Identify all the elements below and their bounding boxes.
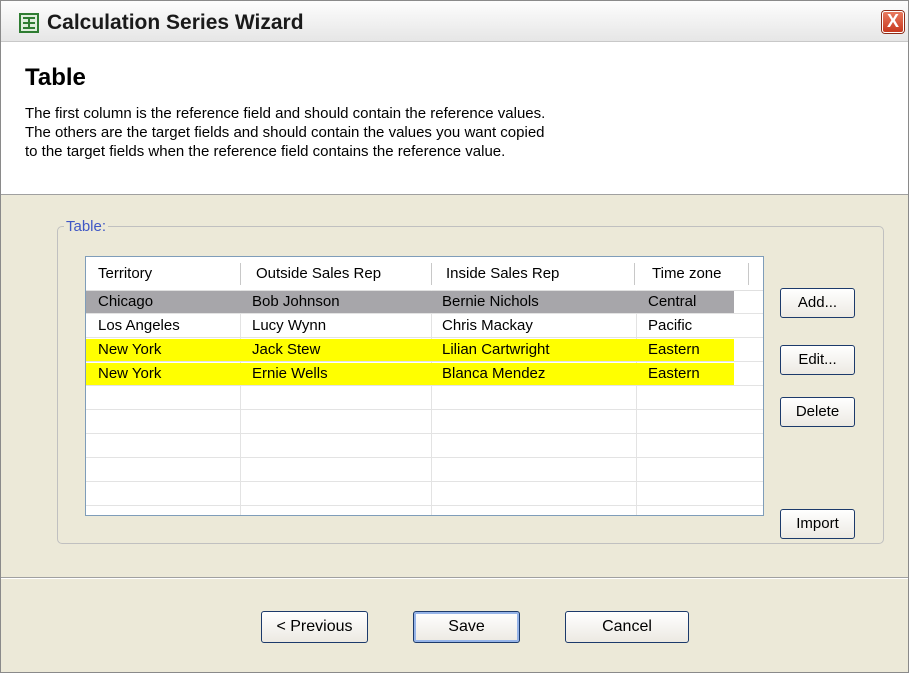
cell-territory: New York xyxy=(98,341,162,358)
wizard-window: Calculation Series Wizard X Table The fi… xyxy=(0,0,909,673)
close-button[interactable]: X xyxy=(882,11,904,33)
column-header-time-zone[interactable]: Time zone xyxy=(652,265,721,282)
column-divider[interactable] xyxy=(634,263,635,285)
column-divider[interactable] xyxy=(431,263,432,285)
title-bar: Calculation Series Wizard X xyxy=(1,1,908,42)
row-selection xyxy=(86,315,734,337)
groupbox-label: Table: xyxy=(64,218,109,235)
column-divider[interactable] xyxy=(240,263,241,285)
cell-outside-sales-rep: Jack Stew xyxy=(252,341,321,358)
page-title: Table xyxy=(25,64,86,91)
cell-time-zone: Central xyxy=(648,293,697,310)
row-highlight xyxy=(86,363,734,385)
column-header-territory[interactable]: Territory xyxy=(98,265,152,282)
empty-row xyxy=(86,482,763,506)
empty-row xyxy=(86,458,763,482)
table-header: Territory Outside Sales Rep Inside Sales… xyxy=(86,257,763,291)
cell-outside-sales-rep: Bob Johnson xyxy=(252,293,340,310)
delete-button[interactable]: Delete xyxy=(780,397,855,427)
cancel-button[interactable]: Cancel xyxy=(565,611,689,643)
cell-time-zone: Eastern xyxy=(648,341,700,358)
cell-outside-sales-rep: Lucy Wynn xyxy=(252,317,327,334)
page-description: The first column is the reference field … xyxy=(25,104,725,161)
description-line: The others are the target fields and sho… xyxy=(25,124,545,141)
table-row[interactable]: Chicago Bob Johnson Bernie Nichols Centr… xyxy=(86,290,763,314)
window-title: Calculation Series Wizard xyxy=(47,11,304,34)
cell-time-zone: Pacific xyxy=(648,317,693,334)
table-row[interactable]: New York Jack Stew Lilian Cartwright Eas… xyxy=(86,338,763,362)
cell-territory: Chicago xyxy=(98,293,154,310)
cell-territory: Los Angeles xyxy=(98,317,180,334)
column-header-outside-sales-rep[interactable]: Outside Sales Rep xyxy=(256,265,381,282)
previous-button[interactable]: < Previous xyxy=(261,611,368,643)
cell-inside-sales-rep: Bernie Nichols xyxy=(442,293,539,310)
wizard-header: Table The first column is the reference … xyxy=(1,42,908,195)
footer-divider-highlight xyxy=(1,578,908,579)
spreadsheet-icon xyxy=(19,13,39,33)
row-selection xyxy=(86,291,734,313)
cell-outside-sales-rep: Ernie Wells xyxy=(252,365,328,382)
cell-inside-sales-rep: Chris Mackay xyxy=(442,317,533,334)
column-divider[interactable] xyxy=(748,263,749,285)
empty-row xyxy=(86,434,763,458)
row-highlight xyxy=(86,339,734,361)
cell-inside-sales-rep: Lilian Cartwright xyxy=(442,341,550,358)
empty-row xyxy=(86,410,763,434)
add-button[interactable]: Add... xyxy=(780,288,855,318)
import-button[interactable]: Import xyxy=(780,509,855,539)
cell-inside-sales-rep: Blanca Mendez xyxy=(442,365,546,382)
data-table[interactable]: Territory Outside Sales Rep Inside Sales… xyxy=(85,256,764,516)
description-line: to the target fields when the reference … xyxy=(25,143,506,160)
table-row[interactable]: New York Ernie Wells Blanca Mendez Easte… xyxy=(86,362,763,386)
cell-territory: New York xyxy=(98,365,162,382)
empty-row xyxy=(86,386,763,410)
table-row[interactable]: Los Angeles Lucy Wynn Chris Mackay Pacif… xyxy=(86,314,763,338)
cell-time-zone: Eastern xyxy=(648,365,700,382)
description-line: The first column is the reference field … xyxy=(25,105,546,122)
column-header-inside-sales-rep[interactable]: Inside Sales Rep xyxy=(446,265,559,282)
save-button[interactable]: Save xyxy=(413,611,520,643)
edit-button[interactable]: Edit... xyxy=(780,345,855,375)
